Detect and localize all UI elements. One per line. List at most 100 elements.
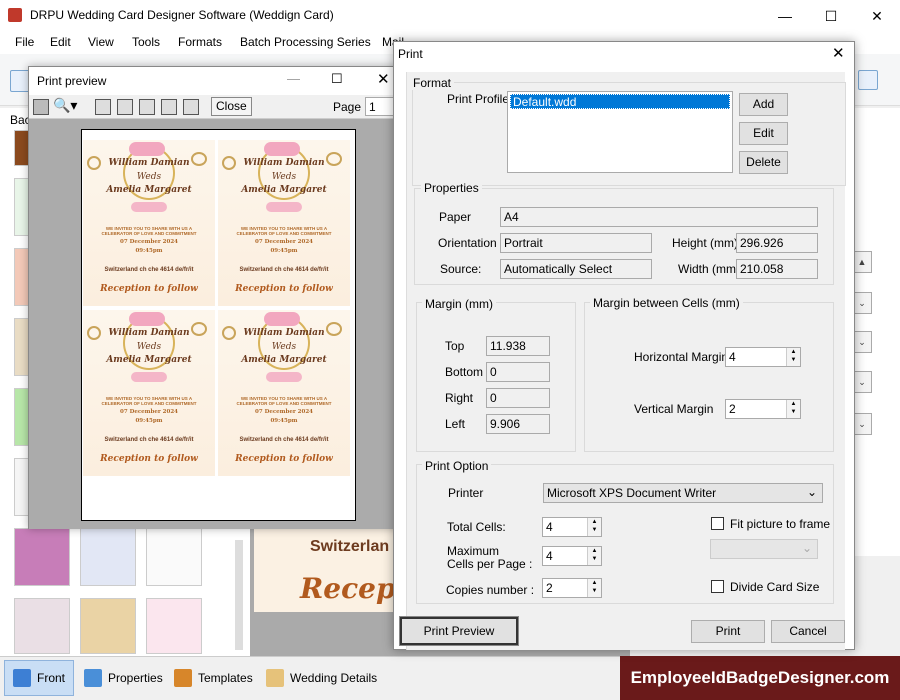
spinner-arrows-icon[interactable]: ▲ ▼ bbox=[587, 547, 601, 565]
close-app-button[interactable]: ✕ bbox=[854, 0, 900, 32]
max-cells-value: 4 bbox=[546, 549, 553, 563]
brand-watermark: EmployeeIdBadgeDesigner.com bbox=[620, 656, 900, 700]
menu-file[interactable]: File bbox=[15, 35, 34, 49]
pp-close-button[interactable]: Close bbox=[211, 97, 252, 116]
profile-item[interactable]: Default.wdd bbox=[510, 94, 730, 109]
copies-value: 2 bbox=[546, 581, 553, 595]
fit-picture-checkbox[interactable] bbox=[711, 517, 724, 530]
card-invite-text: WE INVITED YOU TO SHARE WITH US A CELEBR… bbox=[236, 226, 332, 236]
app-icon bbox=[8, 8, 22, 22]
spinner-arrows-icon[interactable]: ▲ ▼ bbox=[786, 400, 800, 418]
menu-tools[interactable]: Tools bbox=[132, 35, 160, 49]
card-invite-text: WE INVITED YOU TO SHARE WITH US A CELEBR… bbox=[236, 396, 332, 406]
tab-wedding-details[interactable]: Wedding Details bbox=[258, 660, 385, 696]
property-spinner[interactable]: ▲ bbox=[852, 251, 872, 273]
vertical-margin-spinner[interactable]: 2 ▲ ▼ bbox=[725, 399, 801, 419]
maximize-button[interactable]: ☐ bbox=[808, 0, 854, 32]
printer-select[interactable]: Microsoft XPS Document Writer ⌄ bbox=[543, 483, 823, 503]
background-thumb[interactable] bbox=[80, 528, 136, 586]
card-date: 07 December 2024 bbox=[120, 409, 178, 415]
card-address: Switzerland ch che 4614 de/fr/it bbox=[239, 437, 329, 443]
menu-batch-processing[interactable]: Batch Processing Series bbox=[240, 35, 371, 49]
card-time: 09:45pm bbox=[270, 418, 298, 424]
printer-icon[interactable] bbox=[33, 99, 49, 115]
print-button[interactable]: Print bbox=[691, 620, 765, 643]
cancel-button[interactable]: Cancel bbox=[771, 620, 845, 643]
copies-spinner[interactable]: 2 ▲ ▼ bbox=[542, 578, 602, 598]
max-cells-label-line2: Cells per Page : bbox=[447, 557, 533, 571]
cell-margin-group bbox=[584, 302, 834, 452]
one-page-icon[interactable] bbox=[95, 99, 111, 115]
property-dropdown[interactable]: ⌄ bbox=[852, 331, 872, 353]
pp-maximize-button[interactable]: ☐ bbox=[331, 71, 343, 87]
grid-icon[interactable] bbox=[858, 70, 878, 90]
menu-view[interactable]: View bbox=[88, 35, 114, 49]
printer-label: Printer bbox=[448, 486, 484, 500]
add-profile-button[interactable]: Add bbox=[739, 93, 788, 116]
tab-wedding-details-label: Wedding Details bbox=[290, 671, 378, 685]
print-preview-title: Print preview bbox=[37, 74, 107, 88]
print-profile-list[interactable]: Default.wdd bbox=[507, 91, 733, 173]
spinner-arrows-icon[interactable]: ▲ ▼ bbox=[587, 579, 601, 597]
right-margin-field[interactable]: 0 bbox=[486, 388, 550, 408]
flower-decoration bbox=[266, 372, 302, 382]
minimize-button[interactable]: — bbox=[762, 0, 808, 32]
background-thumb[interactable] bbox=[80, 598, 136, 654]
background-thumb[interactable] bbox=[14, 598, 70, 654]
card-name1: William Damian bbox=[243, 158, 325, 168]
tab-front[interactable]: Front bbox=[4, 660, 75, 696]
print-dialog-close-icon[interactable]: ✕ bbox=[832, 44, 845, 62]
gallery-scrollbar[interactable] bbox=[235, 540, 243, 650]
background-thumb[interactable] bbox=[14, 528, 70, 586]
max-cells-spinner[interactable]: 4 ▲ ▼ bbox=[542, 546, 602, 566]
total-cells-spinner[interactable]: 4 ▲ ▼ bbox=[542, 517, 602, 537]
property-dropdown[interactable]: ⌄ bbox=[852, 371, 872, 393]
horizontal-margin-spinner[interactable]: 4 ▲ ▼ bbox=[725, 347, 801, 367]
three-pages-icon[interactable] bbox=[139, 99, 155, 115]
total-cells-value: 4 bbox=[546, 520, 553, 534]
card-time: 09:45pm bbox=[135, 418, 163, 424]
tab-properties[interactable]: Properties bbox=[76, 660, 171, 696]
property-dropdown[interactable]: ⌄ bbox=[852, 292, 872, 314]
menu-edit[interactable]: Edit bbox=[50, 35, 71, 49]
pp-minimize-button[interactable]: — bbox=[287, 71, 300, 86]
print-preview-button[interactable]: Print Preview bbox=[400, 617, 518, 645]
top-margin-field[interactable]: 11.938 bbox=[486, 336, 550, 356]
card-name2: Amelia Margaret bbox=[241, 185, 327, 195]
cell-margin-label: Margin between Cells (mm) bbox=[590, 296, 743, 310]
width-label: Width (mm) bbox=[678, 262, 740, 276]
property-dropdown[interactable]: ⌄ bbox=[852, 413, 872, 435]
print-profile-label: Print Profile bbox=[447, 92, 510, 106]
preview-card: William Damian Weds Amelia Margaret WE INVI… bbox=[83, 140, 215, 306]
six-pages-icon[interactable] bbox=[183, 99, 199, 115]
height-label: Height (mm) bbox=[672, 236, 739, 250]
flower-decoration bbox=[264, 142, 300, 156]
templates-icon bbox=[174, 669, 192, 687]
menu-formats[interactable]: Formats bbox=[178, 35, 222, 49]
background-thumb[interactable] bbox=[146, 598, 202, 654]
card-name1: William Damian bbox=[108, 158, 190, 168]
left-margin-field[interactable]: 9.906 bbox=[486, 414, 550, 434]
bottom-margin-field[interactable]: 0 bbox=[486, 362, 550, 382]
preview-card: William Damian Weds Amelia Margaret WE INVI… bbox=[83, 310, 215, 476]
spinner-arrows-icon[interactable]: ▲ ▼ bbox=[786, 348, 800, 366]
card-name2: Amelia Margaret bbox=[241, 355, 327, 365]
pp-close-window-button[interactable]: ✕ bbox=[377, 70, 390, 88]
divide-card-checkbox[interactable] bbox=[711, 580, 724, 593]
card-reception: Reception to follow bbox=[235, 284, 333, 294]
card-name1: William Damian bbox=[243, 328, 325, 338]
two-pages-icon[interactable] bbox=[117, 99, 133, 115]
delete-profile-button[interactable]: Delete bbox=[739, 151, 788, 174]
tab-templates[interactable]: Templates bbox=[166, 660, 261, 696]
spinner-arrows-icon[interactable]: ▲ ▼ bbox=[587, 518, 601, 536]
zoom-icon[interactable]: 🔍▾ bbox=[53, 97, 77, 114]
four-pages-icon[interactable] bbox=[161, 99, 177, 115]
background-thumb[interactable] bbox=[146, 528, 202, 586]
horizontal-margin-value: 4 bbox=[729, 350, 736, 364]
printer-select-value: Microsoft XPS Document Writer bbox=[547, 486, 717, 500]
card-address: Switzerland ch che 4614 de/fr/it bbox=[104, 267, 194, 273]
card-time: 09:45pm bbox=[135, 248, 163, 254]
card-date: 07 December 2024 bbox=[255, 409, 313, 415]
edit-profile-button[interactable]: Edit bbox=[739, 122, 788, 145]
total-cells-label: Total Cells: bbox=[447, 520, 506, 534]
